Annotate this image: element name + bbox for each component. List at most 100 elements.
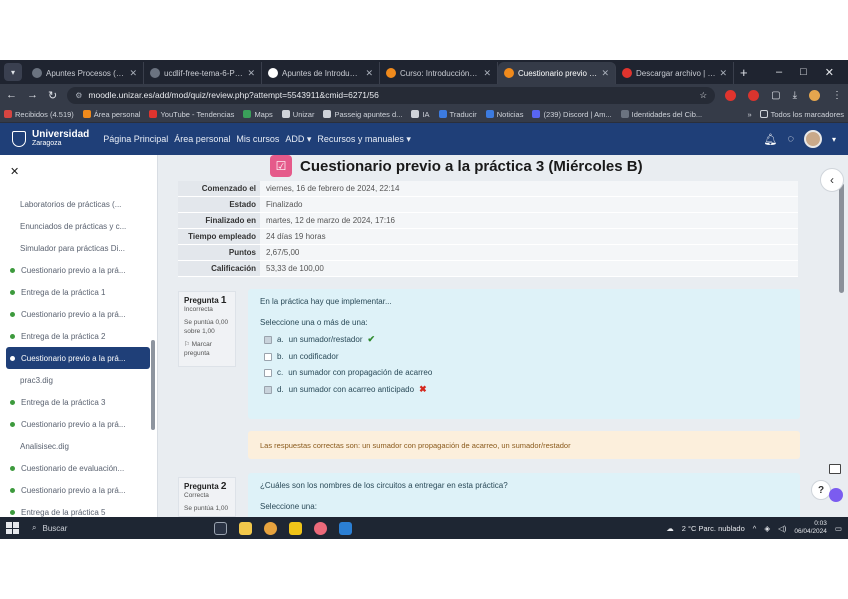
bookmark-item[interactable]: Traducir bbox=[438, 110, 477, 119]
nav-home[interactable]: Página Principal bbox=[103, 134, 168, 144]
weather-icon[interactable]: ☁ bbox=[666, 524, 674, 533]
assistant-icon[interactable] bbox=[829, 488, 843, 502]
network-icon[interactable]: ◈ bbox=[764, 524, 770, 533]
maximize-icon[interactable]: □ bbox=[800, 66, 807, 79]
close-tab-icon[interactable]: ✕ bbox=[483, 68, 491, 79]
question-status: Incorrecta bbox=[184, 306, 213, 313]
course-index-item[interactable]: Enunciados de prácticas y c... bbox=[6, 215, 150, 237]
course-index-item[interactable]: Cuestionario previo a la prá... bbox=[6, 413, 150, 435]
close-tab-icon[interactable]: ✕ bbox=[365, 68, 373, 79]
browser-menu-icon[interactable]: ⋮ bbox=[832, 90, 842, 101]
clock[interactable]: 0:03 06/04/2024 bbox=[794, 520, 827, 536]
bookmarks-overflow-icon[interactable]: » bbox=[747, 110, 751, 119]
starred-app-icon[interactable] bbox=[289, 521, 302, 535]
nav-add[interactable]: ADD ▾ bbox=[285, 134, 311, 145]
search-icon: ⌕ bbox=[32, 523, 37, 532]
page-scrollbar-thumb[interactable] bbox=[839, 183, 844, 293]
user-avatar[interactable] bbox=[803, 130, 822, 148]
all-bookmarks-folder[interactable]: Todos los marcadores bbox=[759, 110, 844, 119]
course-index-item[interactable]: Cuestionario previo a la prá... bbox=[6, 479, 150, 501]
notification-center-icon[interactable]: ▭ bbox=[835, 524, 842, 533]
close-tab-icon[interactable]: ✕ bbox=[247, 68, 255, 79]
nav-my-courses[interactable]: Mis cursos bbox=[236, 134, 279, 144]
course-index-item[interactable]: Cuestionario previo a la prá... bbox=[6, 303, 150, 325]
bookmark-item[interactable]: IA bbox=[411, 110, 430, 119]
bookmark-item[interactable]: (239) Discord | Am... bbox=[532, 110, 612, 119]
address-bar[interactable]: ⚙ moodle.unizar.es/add/mod/quiz/review.p… bbox=[67, 86, 716, 104]
drawer-scrollbar[interactable] bbox=[151, 340, 155, 430]
download-icon[interactable]: ⤓ bbox=[793, 90, 797, 101]
volume-icon[interactable]: ◁) bbox=[778, 524, 786, 533]
course-index-item[interactable]: Entrega de la práctica 5 bbox=[6, 501, 150, 517]
tab-favicon bbox=[268, 68, 278, 78]
course-index-item[interactable]: Cuestionario previo a la prá... bbox=[6, 259, 150, 281]
course-index-item[interactable]: Analisisec.dig bbox=[6, 435, 150, 457]
course-index-item[interactable]: Cuestionario de evaluación... bbox=[6, 457, 150, 479]
browser-tab[interactable]: Descargar archivo | Uvest ✕ bbox=[616, 62, 734, 84]
windows-start-icon[interactable] bbox=[6, 522, 20, 534]
new-tab-button[interactable]: + bbox=[740, 65, 748, 80]
close-window-icon[interactable]: ✕ bbox=[825, 66, 834, 79]
course-index-item[interactable]: Entrega de la práctica 1 bbox=[6, 281, 150, 303]
extensions-puzzle-icon[interactable]: ▢ bbox=[771, 90, 780, 101]
reload-icon[interactable]: ↻ bbox=[48, 89, 57, 102]
browser-tab[interactable]: Apuntes de Introducción a ✕ bbox=[262, 62, 380, 84]
notifications-bell-icon[interactable]: 🔔︎ bbox=[763, 133, 777, 146]
course-index-item[interactable]: prac3.dig bbox=[6, 369, 150, 391]
incorrect-cross-icon: ✖ bbox=[419, 384, 427, 394]
site-info-icon[interactable]: ⚙ bbox=[75, 91, 82, 100]
bookmark-item[interactable]: YouTube - Tendencias bbox=[149, 110, 234, 119]
weather-text[interactable]: 2 °C Parc. nublado bbox=[682, 524, 745, 533]
file-explorer-icon[interactable] bbox=[239, 521, 252, 535]
profile-avatar[interactable] bbox=[809, 89, 820, 101]
taskbar-search[interactable]: ⌕ Buscar bbox=[32, 523, 192, 533]
tray-chevron-icon[interactable]: ^ bbox=[753, 524, 757, 533]
course-index-label: Simulador para prácticas Di... bbox=[20, 243, 125, 253]
flag-question-link[interactable]: ⚐ Marcar pregunta bbox=[184, 340, 230, 358]
photos-app-icon[interactable] bbox=[339, 521, 352, 535]
nav-resources[interactable]: Recursos y manuales ▾ bbox=[317, 134, 411, 145]
adblock-extension-icon[interactable] bbox=[748, 89, 760, 101]
bookmark-star-icon[interactable]: ☆ bbox=[700, 90, 708, 101]
bookmark-item[interactable]: Noticias bbox=[485, 110, 523, 119]
page-scrollbar[interactable] bbox=[839, 155, 844, 517]
close-drawer-icon[interactable]: ✕ bbox=[10, 165, 19, 178]
app-icon[interactable] bbox=[314, 521, 327, 535]
side-panel-icon[interactable] bbox=[829, 464, 841, 474]
university-logo[interactable]: Universidad Zaragoza bbox=[12, 130, 89, 148]
bookmark-item[interactable]: Área personal bbox=[82, 110, 140, 119]
course-index-item[interactable]: Entrega de la práctica 2 bbox=[6, 325, 150, 347]
back-icon[interactable]: ← bbox=[6, 89, 17, 101]
help-button[interactable]: ? bbox=[811, 480, 831, 500]
course-index-item[interactable]: Cuestionario previo a la prá... bbox=[6, 347, 150, 369]
minimize-icon[interactable]: – bbox=[776, 66, 782, 79]
tab-title: Apuntes Procesos (estudio) bbox=[46, 68, 126, 78]
bookmark-label: Passeig apuntes d... bbox=[334, 109, 403, 119]
browser-tab[interactable]: Cuestionario previo a la pr ✕ bbox=[498, 62, 616, 84]
browser-tab[interactable]: Curso: Introducción a la c ✕ bbox=[380, 62, 498, 84]
bookmark-item[interactable]: Maps bbox=[243, 110, 273, 119]
course-index-item[interactable]: Simulador para prácticas Di... bbox=[6, 237, 150, 259]
close-tab-icon[interactable]: ✕ bbox=[129, 68, 137, 79]
user-menu-chevron-icon[interactable]: ▾ bbox=[832, 135, 836, 144]
summary-row: Calificación 53,33 de 100,00 bbox=[178, 261, 798, 277]
messages-icon[interactable]: ◌ bbox=[787, 133, 794, 145]
course-index-item[interactable]: Laboratorios de prácticas (... bbox=[6, 193, 150, 215]
close-tab-icon[interactable]: ✕ bbox=[601, 68, 609, 79]
question-label: Pregunta bbox=[184, 296, 219, 305]
open-block-drawer-button[interactable]: ‹ bbox=[820, 168, 844, 192]
bookmark-item[interactable]: Recibidos (4.519) bbox=[4, 110, 74, 119]
browser-tab[interactable]: ucdlif-free-tema-6-Proces ✕ bbox=[144, 62, 262, 84]
course-index-item[interactable]: Entrega de la práctica 3 bbox=[6, 391, 150, 413]
chrome-icon[interactable] bbox=[264, 521, 277, 535]
bookmark-item[interactable]: Identidades del Cib... bbox=[620, 110, 702, 119]
browser-tab[interactable]: Apuntes Procesos (estudio)✕ bbox=[26, 62, 144, 84]
close-tab-icon[interactable]: ✕ bbox=[719, 68, 727, 79]
forward-icon[interactable]: → bbox=[27, 89, 38, 101]
bookmark-item[interactable]: Passeig apuntes d... bbox=[323, 110, 402, 119]
task-view-icon[interactable] bbox=[214, 521, 227, 535]
nav-dashboard[interactable]: Área personal bbox=[174, 134, 230, 144]
bookmark-item[interactable]: Unizar bbox=[281, 110, 314, 119]
tab-search-button[interactable]: ▾ bbox=[4, 63, 22, 81]
extension-icon[interactable] bbox=[725, 89, 737, 101]
